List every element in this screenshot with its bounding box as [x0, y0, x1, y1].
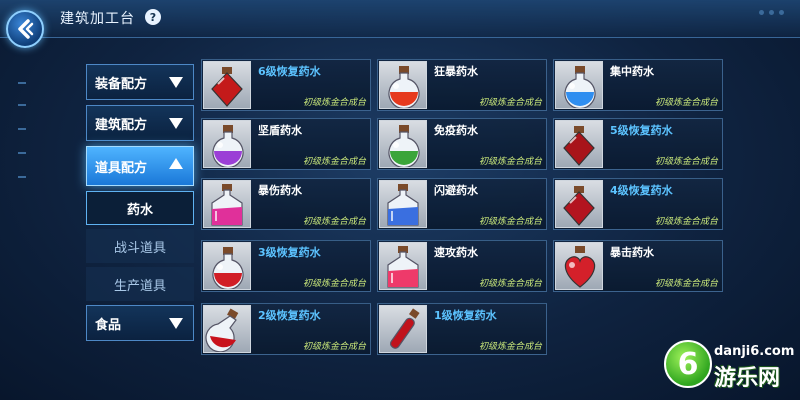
- potion-card[interactable]: 速攻药水初级炼金合成台: [377, 240, 547, 292]
- category-label: 建筑配方: [95, 117, 148, 133]
- potion-card[interactable]: 坚盾药水初级炼金合成台: [201, 118, 371, 170]
- crafting-station-label: 初级炼金合成台: [654, 279, 718, 289]
- potion-name: 免疫药水: [434, 124, 478, 137]
- watermark-domain: danji6.com: [714, 344, 795, 359]
- side-decoration: [18, 152, 26, 154]
- potion-card[interactable]: 3级恢复药水初级炼金合成台: [201, 240, 371, 292]
- page-title: 建筑加工台: [60, 11, 135, 27]
- chevron-down-icon: [169, 77, 183, 88]
- potion-bottle-icon: [555, 61, 603, 109]
- category-item-recipes[interactable]: 道具配方: [86, 146, 194, 186]
- crafting-station-label: 初级炼金合成台: [302, 217, 366, 227]
- crafting-station-label: 初级炼金合成台: [302, 279, 366, 289]
- category-food[interactable]: 食品: [86, 305, 194, 341]
- back-arrow-icon: [18, 19, 34, 39]
- chevron-down-icon: [169, 118, 183, 129]
- potion-name: 狂暴药水: [434, 65, 478, 78]
- potion-name: 5级恢复药水: [610, 124, 673, 137]
- potion-bottle-icon: [203, 305, 251, 353]
- potion-card[interactable]: 闪避药水初级炼金合成台: [377, 178, 547, 230]
- potion-bottle-icon: [379, 242, 427, 290]
- potion-card[interactable]: 5级恢复药水初级炼金合成台: [553, 118, 723, 170]
- side-decoration: [18, 104, 26, 106]
- potion-name: 暴伤药水: [258, 184, 302, 197]
- potion-card[interactable]: 暴击药水初级炼金合成台: [553, 240, 723, 292]
- crafting-station-label: 初级炼金合成台: [654, 157, 718, 167]
- potion-name: 坚盾药水: [258, 124, 302, 137]
- crafting-station-label: 初级炼金合成台: [654, 217, 718, 227]
- side-decoration: [18, 128, 26, 130]
- subcategory-potions[interactable]: 药水: [86, 191, 194, 225]
- potion-name: 速攻药水: [434, 246, 478, 259]
- crafting-station-label: 初级炼金合成台: [302, 342, 366, 352]
- chevron-up-icon: [169, 158, 183, 169]
- potion-bottle-icon: [379, 180, 427, 228]
- help-icon[interactable]: ?: [145, 9, 161, 25]
- chevron-down-icon: [169, 318, 183, 329]
- potion-card[interactable]: 免疫药水初级炼金合成台: [377, 118, 547, 170]
- potion-name: 集中药水: [610, 65, 654, 78]
- crafting-station-label: 初级炼金合成台: [478, 342, 542, 352]
- crafting-station-label: 初级炼金合成台: [478, 217, 542, 227]
- potion-card[interactable]: 2级恢复药水初级炼金合成台: [201, 303, 371, 355]
- potion-bottle-icon: [555, 180, 603, 228]
- potion-bottle-icon: [203, 120, 251, 168]
- potion-bottle-icon: [203, 242, 251, 290]
- crafting-station-label: 初级炼金合成台: [302, 157, 366, 167]
- crafting-station-label: 初级炼金合成台: [478, 98, 542, 108]
- category-equipment-recipes[interactable]: 装备配方: [86, 64, 194, 100]
- potion-bottle-icon: [555, 242, 603, 290]
- potion-bottle-icon: [203, 61, 251, 109]
- side-decoration: [18, 82, 26, 84]
- potion-bottle-icon: [203, 180, 251, 228]
- subcategory-production-items[interactable]: 生产道具: [86, 267, 194, 301]
- dot-icon: [779, 10, 784, 15]
- potion-name: 6级恢复药水: [258, 65, 321, 78]
- potion-bottle-icon: [555, 120, 603, 168]
- potion-name: 1级恢复药水: [434, 309, 497, 322]
- potion-card[interactable]: 暴伤药水初级炼金合成台: [201, 178, 371, 230]
- potion-name: 2级恢复药水: [258, 309, 321, 322]
- potion-name: 闪避药水: [434, 184, 478, 197]
- category-label: 食品: [95, 317, 122, 333]
- dot-icon: [769, 10, 774, 15]
- dot-icon: [759, 10, 764, 15]
- category-label: 装备配方: [95, 76, 148, 92]
- category-label: 道具配方: [95, 160, 148, 176]
- watermark-brand: 游乐网: [714, 366, 781, 391]
- back-button[interactable]: [6, 10, 44, 48]
- top-bar: 建筑加工台 ?: [0, 0, 800, 38]
- potion-card[interactable]: 狂暴药水初级炼金合成台: [377, 59, 547, 111]
- potion-name: 暴击药水: [610, 246, 654, 259]
- potion-bottle-icon: [379, 61, 427, 109]
- potion-card[interactable]: 1级恢复药水初级炼金合成台: [377, 303, 547, 355]
- potion-card[interactable]: 集中药水初级炼金合成台: [553, 59, 723, 111]
- subcategory-combat-items[interactable]: 战斗道具: [86, 229, 194, 263]
- potion-name: 4级恢复药水: [610, 184, 673, 197]
- potion-bottle-icon: [379, 305, 427, 353]
- crafting-station-label: 初级炼金合成台: [478, 157, 542, 167]
- potion-card[interactable]: 6级恢复药水初级炼金合成台: [201, 59, 371, 111]
- category-building-recipes[interactable]: 建筑配方: [86, 105, 194, 141]
- crafting-screen: 建筑加工台 ? 装备配方 建筑配方 道具配方 药水 战斗道具 生产道具 食品 6…: [0, 0, 800, 400]
- watermark-badge: 6: [664, 340, 712, 388]
- potion-bottle-icon: [379, 120, 427, 168]
- top-decoration: [759, 10, 784, 15]
- watermark-logo: 6 danji6.com 游乐网: [664, 340, 795, 392]
- side-decoration: [18, 176, 26, 178]
- crafting-station-label: 初级炼金合成台: [654, 98, 718, 108]
- crafting-station-label: 初级炼金合成台: [478, 279, 542, 289]
- potion-name: 3级恢复药水: [258, 246, 321, 259]
- potion-card[interactable]: 4级恢复药水初级炼金合成台: [553, 178, 723, 230]
- crafting-station-label: 初级炼金合成台: [302, 98, 366, 108]
